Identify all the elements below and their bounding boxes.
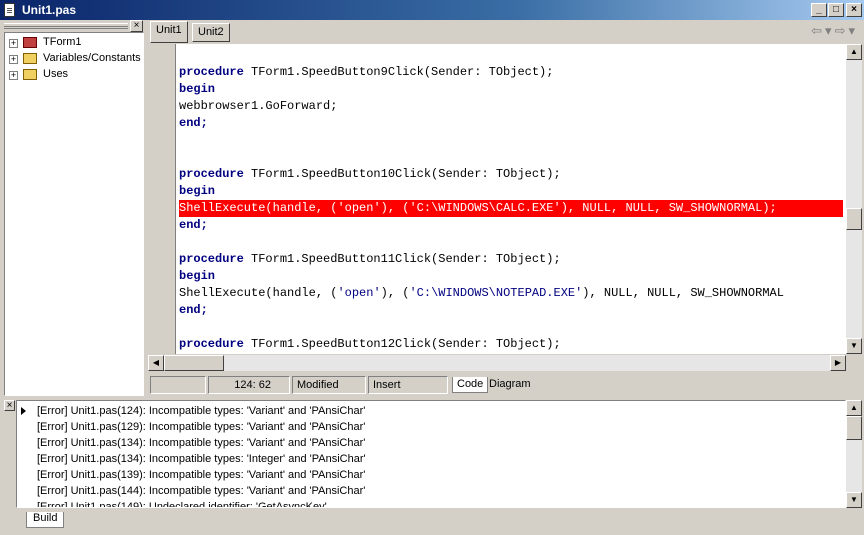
code-editor[interactable]: procedure TForm1.SpeedButton9Click(Sende…	[148, 44, 864, 372]
insert-mode-indicator: Insert	[368, 376, 448, 394]
scroll-up-icon[interactable]: ▲	[846, 44, 862, 60]
window-title: Unit1.pas	[22, 3, 77, 17]
minimize-button[interactable]: _	[811, 3, 827, 17]
maximize-button[interactable]: □	[828, 3, 844, 17]
code-line: procedure TForm1.SpeedButton12Click(Send…	[179, 337, 561, 351]
code-line: ShellExecute(handle, ('open'), ('C:\WIND…	[179, 286, 784, 300]
message-item[interactable]: [Error] Unit1.pas(129): Incompatible typ…	[37, 419, 365, 435]
scroll-thumb[interactable]	[164, 355, 224, 371]
code-area[interactable]: procedure TForm1.SpeedButton9Click(Sende…	[176, 44, 846, 354]
tab-diagram[interactable]: Diagram	[485, 377, 535, 393]
tab-build[interactable]: Build	[26, 512, 65, 528]
close-button[interactable]: ×	[846, 3, 862, 17]
tab-code[interactable]: Code	[452, 377, 489, 393]
tab-unit1[interactable]: Unit1	[150, 21, 188, 43]
code-line: webbrowser1.GoForward;	[179, 99, 338, 113]
code-line: begin	[179, 82, 216, 96]
message-pane: × [Error] Unit1.pas(124): Incompatible t…	[0, 398, 864, 535]
tree-item-label: TForm1	[43, 36, 82, 48]
scroll-up-icon[interactable]: ▲	[846, 400, 862, 416]
code-line: begin	[179, 184, 216, 198]
history-nav-icons[interactable]: ⇦▾⇨▾	[811, 23, 858, 39]
scroll-down-icon[interactable]: ▼	[846, 338, 862, 354]
message-item[interactable]: [Error] Unit1.pas(149): Undeclared ident…	[37, 499, 327, 507]
document-icon	[4, 3, 15, 17]
title-bar[interactable]: Unit1.pas _ □ ×	[0, 0, 864, 20]
scroll-left-icon[interactable]: ◀	[148, 355, 164, 371]
message-item[interactable]: [Error] Unit1.pas(134): Incompatible typ…	[37, 435, 365, 451]
editor-horizontal-scrollbar[interactable]: ◀ ▶	[148, 355, 846, 371]
status-blank	[150, 376, 206, 394]
code-line: end;	[179, 116, 208, 130]
code-line: procedure TForm1.SpeedButton9Click(Sende…	[179, 65, 554, 79]
error-highlighted-line: ShellExecute(handle, ('open'), ('C:\WIND…	[179, 200, 843, 217]
message-item[interactable]: [Error] Unit1.pas(144): Incompatible typ…	[37, 483, 365, 499]
current-message-arrow-icon	[21, 407, 26, 415]
scroll-thumb[interactable]	[846, 416, 862, 440]
editor-vertical-scrollbar[interactable]: ▲ ▼	[846, 44, 862, 354]
tree-item-label: Variables/Constants	[43, 52, 141, 64]
code-line: procedure TForm1.SpeedButton10Click(Send…	[179, 167, 561, 181]
editor-gutter[interactable]	[148, 44, 176, 354]
code-line: procedure TForm1.SpeedButton11Click(Send…	[179, 252, 561, 266]
panel-close-icon[interactable]: ×	[130, 20, 143, 32]
expand-icon[interactable]: +	[9, 39, 18, 48]
tab-unit2[interactable]: Unit2	[192, 23, 230, 42]
message-item[interactable]: [Error] Unit1.pas(134): Incompatible typ…	[37, 451, 366, 467]
message-list[interactable]: [Error] Unit1.pas(124): Incompatible typ…	[16, 400, 846, 508]
scroll-down-icon[interactable]: ▼	[846, 492, 862, 508]
message-item[interactable]: [Error] Unit1.pas(124): Incompatible typ…	[37, 403, 365, 419]
editor-status-bar: 124: 62 Modified Insert Code Diagram	[148, 375, 864, 395]
message-pane-close-icon[interactable]: ×	[4, 400, 15, 411]
expand-icon[interactable]: +	[9, 71, 18, 80]
expand-icon[interactable]: +	[9, 55, 18, 64]
form-icon	[23, 37, 37, 48]
code-line: end;	[179, 218, 208, 232]
scroll-right-icon[interactable]: ▶	[830, 355, 846, 371]
code-explorer-panel: × + TForm1 + Variables/Constants + Uses	[0, 20, 146, 398]
tree-item-label: Uses	[43, 68, 69, 80]
folder-icon	[23, 69, 37, 80]
folder-icon	[23, 53, 37, 64]
scroll-thumb[interactable]	[846, 208, 862, 230]
message-item[interactable]: [Error] Unit1.pas(139): Incompatible typ…	[37, 467, 365, 483]
message-vertical-scrollbar[interactable]: ▲ ▼	[846, 400, 862, 508]
code-line: end;	[179, 303, 208, 317]
code-explorer-tree: + TForm1 + Variables/Constants + Uses	[4, 32, 144, 396]
editor-tabs: Unit1 Unit2 ⇦▾⇨▾	[148, 20, 864, 44]
panel-grip[interactable]	[4, 23, 128, 29]
cursor-position: 124: 62	[208, 376, 290, 394]
modified-indicator: Modified	[292, 376, 366, 394]
code-line: begin	[179, 269, 216, 283]
